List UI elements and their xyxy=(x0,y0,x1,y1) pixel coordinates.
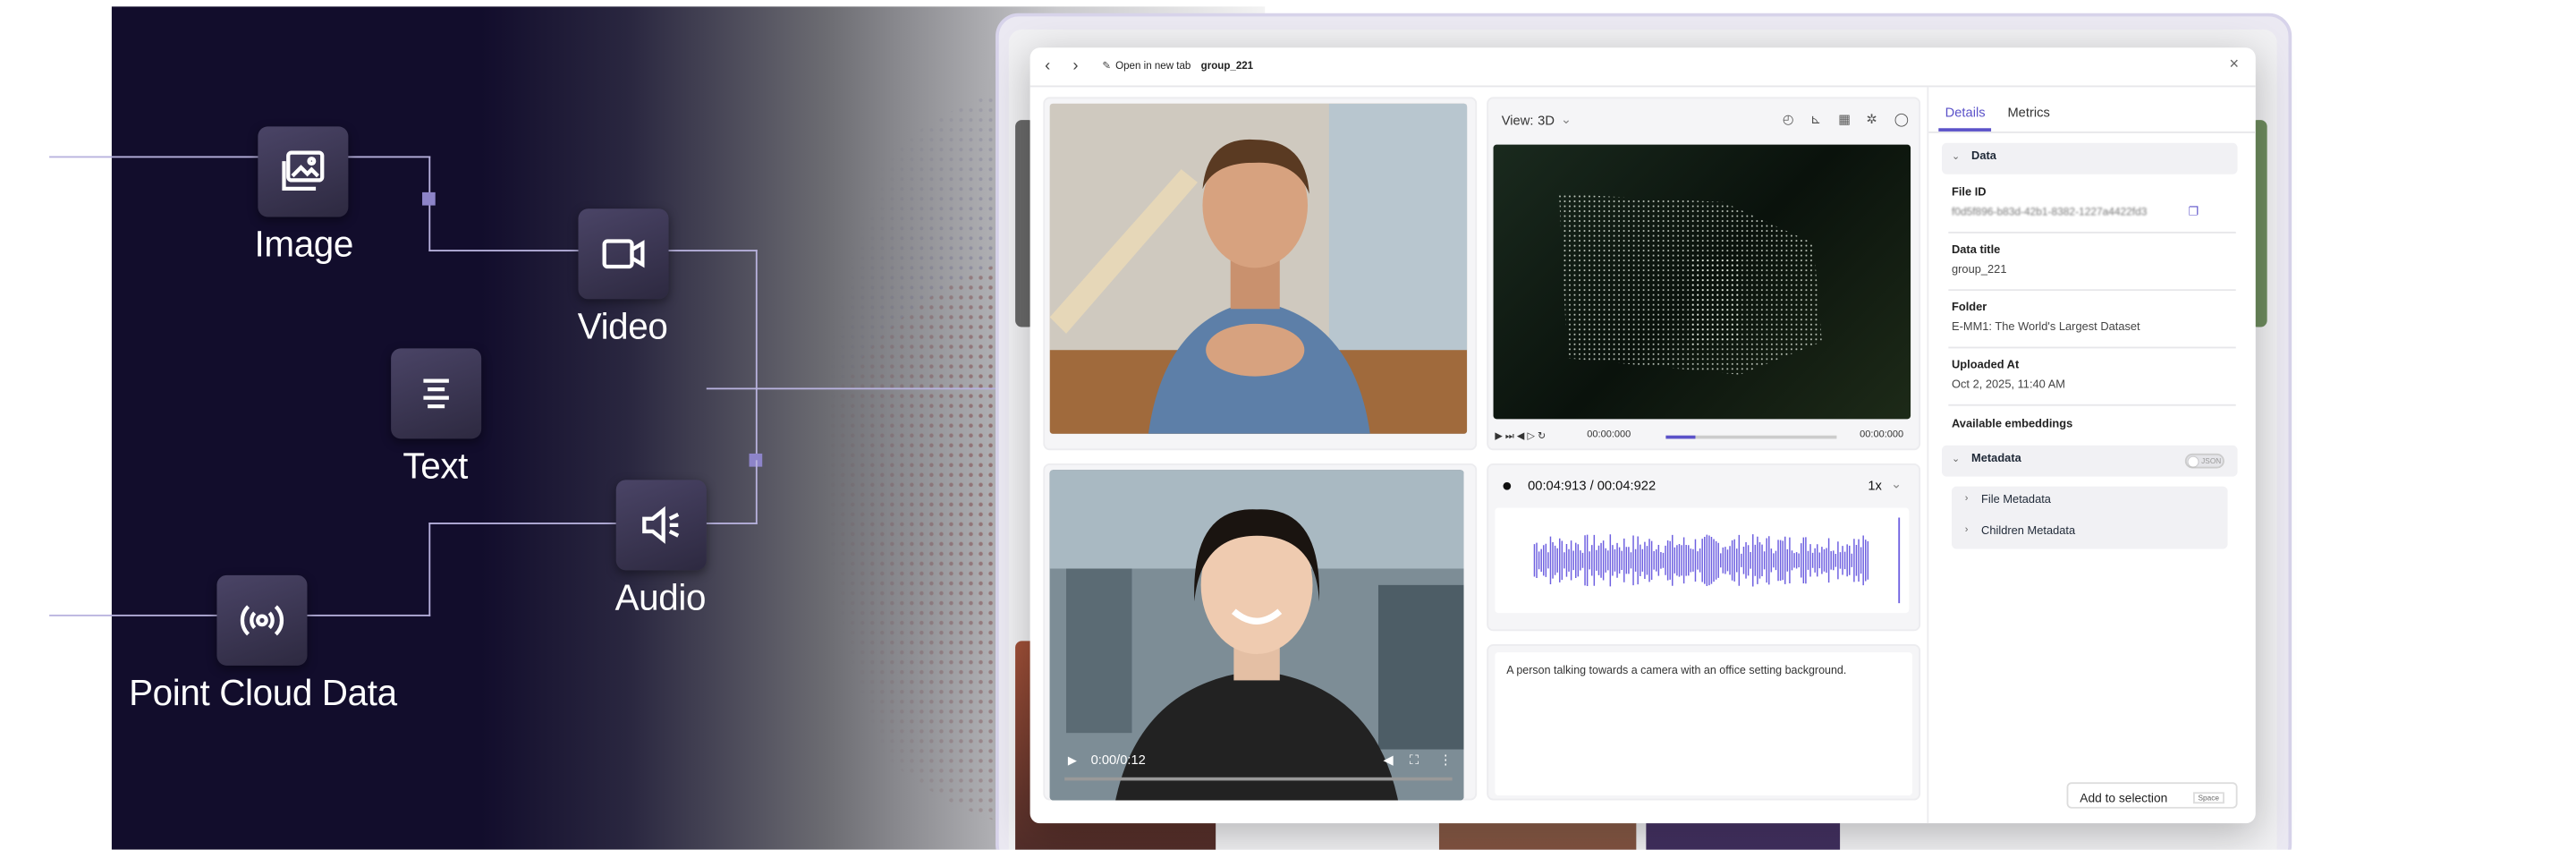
broadcast-icon xyxy=(240,605,284,636)
woman-portrait-video[interactable] xyxy=(1049,470,1464,801)
tab-details[interactable]: Details xyxy=(1945,106,1986,121)
audio-icon xyxy=(642,506,680,544)
video-label: Video xyxy=(577,305,668,347)
settings-icon[interactable]: ✲ xyxy=(1866,112,1877,127)
json-toggle[interactable]: JSON xyxy=(2184,453,2224,469)
data-title-label: Data title xyxy=(1951,244,2001,257)
folder-label: Folder xyxy=(1951,302,1987,314)
file-metadata-item[interactable]: File Metadata xyxy=(1981,495,2051,506)
close-icon[interactable]: × xyxy=(2229,55,2239,73)
data-section-header[interactable]: ⌄ Data xyxy=(1941,142,2238,174)
pc-time-current: 00:00:000 xyxy=(1587,430,1631,441)
file-id-value: f0d5f896-b83d-42b1-8382-1227a4422fd3 xyxy=(1951,207,2148,219)
modal-toolbar: ‹ › ✎ Open in new tab group_221 × xyxy=(1030,47,2256,88)
caption-card: A person talking towards a camera with a… xyxy=(1487,643,1921,801)
metadata-section-title: Metadata xyxy=(1971,453,2021,465)
chevron-right-icon: › xyxy=(1964,494,1969,505)
measure-icon[interactable]: ⊾ xyxy=(1810,112,1821,127)
uploaded-value: Oct 2, 2025, 11:40 AM xyxy=(1951,379,2065,392)
image-label: Image xyxy=(254,223,354,265)
details-panel: Details Metrics ⌄ Data File ID f0d5f896-… xyxy=(1927,87,2256,824)
add-to-selection-button[interactable]: Add to selection Space xyxy=(2066,782,2238,809)
point-cloud-tile xyxy=(216,574,308,666)
view-select[interactable]: 3D xyxy=(1538,114,1555,129)
image-card xyxy=(1043,97,1478,451)
pc-timeline-slider[interactable] xyxy=(1665,435,1837,439)
file-detail-modal: ‹ › ✎ Open in new tab group_221 × ▶ 0:00… xyxy=(1030,47,2256,824)
fullscreen-icon[interactable]: ⛶ xyxy=(1410,752,1419,769)
audio-tile xyxy=(615,480,707,571)
point-cloud-label: Point Cloud Data xyxy=(129,672,397,714)
more-options-icon[interactable]: ⋮ xyxy=(1439,752,1453,768)
audio-label: Audio xyxy=(614,576,707,618)
point-cloud-controls-icon[interactable]: ▶ ⏭ ◀ ▷ ↻ xyxy=(1495,430,1546,444)
grid-icon[interactable]: ▦ xyxy=(1838,112,1851,127)
image-icon xyxy=(282,150,325,191)
copy-icon[interactable]: ❐ xyxy=(2188,206,2199,218)
data-title-value: group_221 xyxy=(1951,264,2007,276)
json-toggle-label: JSON xyxy=(2201,456,2222,465)
file-id-label: File ID xyxy=(1951,187,1987,200)
playback-speed[interactable]: 1x xyxy=(1868,478,1882,493)
shortcut-badge: Space xyxy=(2192,792,2224,804)
reset-icon[interactable]: ◴ xyxy=(1783,112,1794,127)
point-cloud-card: View: 3D ⌄ ◴ ⊾ ▦ ✲ ◯ ▶ ⏭ ◀ ▷ ↻ 00:00:000… xyxy=(1487,97,1921,451)
caption-text: A person talking towards a camera with a… xyxy=(1506,665,1847,677)
chevron-down-icon[interactable]: ⌄ xyxy=(1561,112,1572,127)
chevron-right-icon: › xyxy=(1964,525,1969,536)
back-arrow-icon[interactable]: ‹ xyxy=(1045,57,1050,75)
volume-icon[interactable]: ◀ xyxy=(1384,752,1394,768)
audio-time: 00:04:913 / 00:04:922 xyxy=(1528,478,1657,494)
image-tile xyxy=(258,126,349,217)
man-portrait-image xyxy=(1049,103,1468,434)
data-section-title: Data xyxy=(1971,150,1996,163)
text-label: Text xyxy=(402,445,469,487)
video-card: ▶ 0:00/0:12 ◀ ⛶ ⋮ xyxy=(1043,463,1478,801)
forward-arrow-icon[interactable]: › xyxy=(1072,57,1078,75)
speed-chevron-icon[interactable]: ⌄ xyxy=(1891,477,1902,492)
tab-metrics[interactable]: Metrics xyxy=(2007,106,2049,121)
video-time: 0:00/0:12 xyxy=(1090,752,1146,768)
children-metadata-item[interactable]: Children Metadata xyxy=(1981,526,2075,538)
play-icon[interactable]: ▶ xyxy=(1068,754,1077,768)
pc-time-end: 00:00:000 xyxy=(1860,430,1904,441)
item-name: group_221 xyxy=(1200,60,1254,72)
uploaded-label: Uploaded At xyxy=(1951,360,2020,372)
text-tile xyxy=(391,348,482,439)
audio-card: ● 00:04:913 / 00:04:922 1x ⌄ xyxy=(1487,463,1921,632)
embeddings-label: Available embeddings xyxy=(1951,419,2073,431)
metadata-list: › File Metadata › Children Metadata xyxy=(1951,486,2228,549)
video-tile xyxy=(578,208,669,300)
video-icon xyxy=(602,239,645,269)
add-button-label: Add to selection xyxy=(2080,790,2168,805)
chevron-down-icon: ⌄ xyxy=(1951,455,1961,465)
open-new-tab-link[interactable]: Open in new tab xyxy=(1115,61,1191,72)
hero-stage: Image Video Text Audio Point Cloud Data … xyxy=(0,0,2576,850)
point-cloud-canvas[interactable] xyxy=(1493,144,1911,420)
audio-play-icon[interactable]: ● xyxy=(1502,477,1513,497)
view-label: View: xyxy=(1501,113,1534,129)
chevron-down-icon: ⌄ xyxy=(1951,152,1961,163)
text-icon xyxy=(423,378,449,409)
video-progress-bar[interactable] xyxy=(1064,777,1453,781)
open-new-tab-icon[interactable]: ✎ xyxy=(1102,61,1111,72)
waveform-area[interactable] xyxy=(1495,507,1910,614)
metadata-section-header[interactable]: ⌄ Metadata JSON xyxy=(1941,445,2238,477)
folder-value: E-MM1: The World's Largest Dataset xyxy=(1951,321,2140,334)
info-icon[interactable]: ◯ xyxy=(1894,112,1909,127)
